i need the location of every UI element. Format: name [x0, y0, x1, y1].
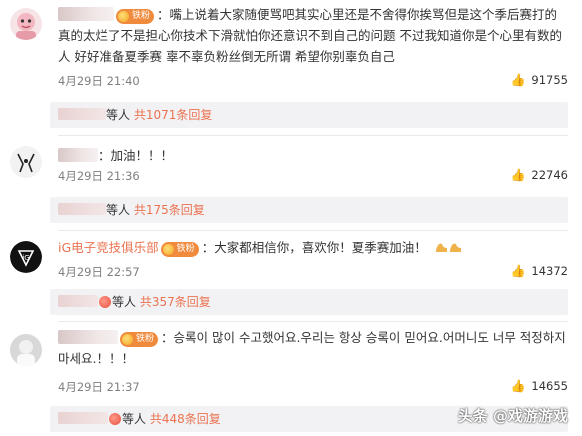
like-button[interactable]: 👍 22746	[510, 168, 568, 182]
colon: ：	[161, 330, 174, 345]
comment-body: ：加油！！！	[58, 145, 568, 166]
reply-preview[interactable]: 等人 共175条回复	[50, 197, 568, 223]
reply-who: 等人	[122, 412, 147, 426]
comment-meta: 4月29日 21:40 👍 91755	[58, 73, 568, 91]
divider	[58, 135, 568, 136]
avatar[interactable]: iG	[10, 241, 42, 273]
colon: ：	[201, 240, 215, 255]
reply-user-blurred	[58, 295, 98, 307]
reply-user-blurred	[58, 412, 108, 424]
watermark: 头条 @戏游游戏	[457, 407, 568, 425]
comment-text: 大家都相信你，喜欢你！夏季赛加油！	[214, 240, 427, 255]
reply-count-link[interactable]: 共357条回复	[140, 295, 211, 309]
reply-user-blurred	[58, 203, 106, 215]
colon: ：	[157, 7, 170, 22]
fan-badge: 铁粉	[116, 9, 155, 24]
thumb-up-icon: 👍	[510, 379, 526, 393]
like-button[interactable]: 👍 91755	[510, 73, 568, 87]
username-blurred[interactable]	[58, 7, 114, 21]
avatar[interactable]	[10, 146, 42, 178]
reply-preview[interactable]: 等人 共1071条回复	[50, 102, 568, 128]
thumb-up-icon: 👍	[510, 264, 526, 278]
like-button[interactable]: 👍 14655	[510, 379, 568, 393]
divider	[58, 321, 568, 322]
reply-preview[interactable]: 等人 共357条回复	[50, 289, 568, 315]
reply-who: 等人	[106, 203, 131, 217]
divider	[58, 230, 568, 231]
comment-body: 铁粉 ：嘴上说着大家随便骂吧其实心里还是不舍得你挨骂但是这个季后赛打的真的太烂了不…	[58, 4, 568, 67]
reply-who: 等人	[112, 295, 137, 309]
reply-who: 等人	[106, 108, 131, 122]
comment-body: iG电子竞技俱乐部 铁粉 ：大家都相信你，喜欢你！夏季赛加油！	[58, 237, 568, 258]
fan-badge-icon	[99, 296, 111, 308]
thumb-up-icon: 👍	[510, 168, 526, 182]
comment-date: 4月29日 21:36	[58, 169, 140, 183]
username-blurred[interactable]	[58, 148, 98, 162]
like-count: 22746	[531, 168, 568, 182]
like-count: 14655	[531, 379, 568, 393]
reply-count-link[interactable]: 共1071条回复	[134, 108, 213, 122]
comment-date: 4月29日 21:37	[58, 380, 140, 394]
comment-date: 4月29日 22:57	[58, 265, 140, 279]
comment-meta: 4月29日 22:57 👍 14372	[58, 264, 568, 282]
comment-meta: 4月29日 21:36 👍 22746	[58, 168, 568, 186]
avatar[interactable]	[10, 334, 42, 366]
reply-user-blurred	[58, 108, 106, 120]
fan-badge-icon	[109, 413, 121, 425]
comment-date: 4月29日 21:40	[58, 74, 140, 88]
like-button[interactable]: 👍 14372	[510, 264, 568, 278]
thumb-up-icon: 👍	[510, 73, 526, 87]
flex-icon	[434, 239, 464, 253]
fan-badge: 铁粉	[160, 242, 199, 257]
svg-text:iG: iG	[22, 254, 29, 262]
comment-body: 铁粉 ：승록이 많이 수고했어요.우리는 항상 승록이 믿어요.어머니도 너무 적…	[58, 327, 568, 369]
like-count: 14372	[531, 264, 568, 278]
like-count: 91755	[531, 73, 568, 87]
reply-count-link[interactable]: 共175条回复	[134, 203, 205, 217]
comment-text: 加油！！！	[110, 148, 174, 163]
reply-count-link[interactable]: 共448条回复	[150, 412, 221, 426]
username-blurred[interactable]	[58, 330, 118, 344]
fan-badge: 铁粉	[120, 332, 159, 347]
username[interactable]: iG电子竞技俱乐部	[58, 237, 159, 258]
colon: ：	[98, 148, 111, 163]
comment-meta: 4月29日 21:37 👍 14655	[58, 379, 568, 397]
avatar[interactable]	[10, 8, 42, 40]
